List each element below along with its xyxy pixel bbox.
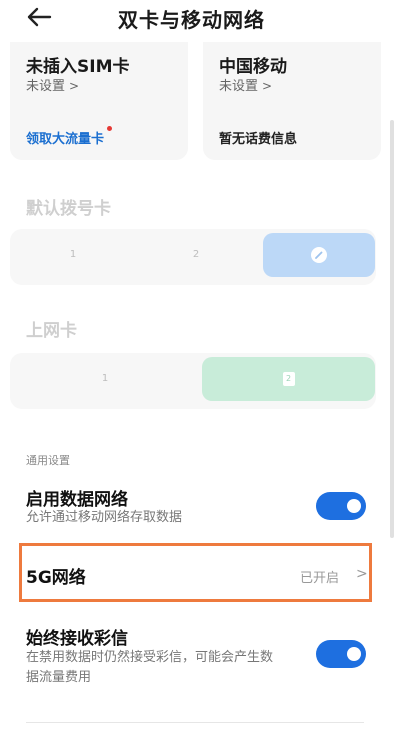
data-option-2-selected[interactable]: 2	[202, 357, 375, 401]
divider	[26, 722, 364, 723]
five-g-status: 已开启	[300, 571, 340, 586]
dual-sim-settings-page: 双卡与移动网络 未插入SIM卡 未设置 > 领取大流量卡 中国移动 未设置 > 暂无…	[0, 0, 406, 732]
data-option-1[interactable]: 1	[98, 373, 112, 384]
sim-card-1-status: 未设置 >	[26, 79, 80, 94]
sim-card-2-name: 中国移动	[219, 57, 287, 77]
dial-option-2[interactable]: 2	[189, 249, 203, 260]
mms-desc-line1: 在禁用数据时仍然接受彩信，可能会产生数	[26, 650, 274, 665]
chevron-right-icon: >	[262, 79, 273, 93]
mobile-data-title: 启用数据网络	[26, 490, 128, 510]
sim-card-2-status: 未设置 >	[219, 79, 273, 94]
back-arrow-icon[interactable]	[26, 6, 52, 28]
mms-title: 始终接收彩信	[26, 629, 128, 649]
get-data-card-link[interactable]: 领取大流量卡	[26, 126, 113, 147]
toggle-knob	[347, 499, 361, 513]
mms-desc-line2: 据流量费用	[26, 670, 92, 685]
mobile-data-desc: 允许通过移动网络存取数据	[26, 510, 183, 525]
data-card-title: 上网卡	[26, 321, 77, 341]
sim-card-1[interactable]: 未插入SIM卡 未设置 > 领取大流量卡	[10, 42, 188, 160]
chevron-right-icon: >	[356, 566, 368, 582]
chevron-right-icon: >	[69, 79, 80, 93]
balance-info: 暂无话费信息	[219, 132, 298, 147]
scrollbar[interactable]	[390, 120, 394, 538]
mms-toggle[interactable]	[316, 640, 366, 668]
header: 双卡与移动网络	[0, 0, 406, 40]
dial-option-1[interactable]: 1	[66, 249, 80, 260]
data-card-selector: 1 2	[10, 353, 376, 409]
default-dial-title: 默认拨号卡	[26, 199, 111, 219]
sim-card-1-name: 未插入SIM卡	[26, 57, 130, 77]
dial-option-ask[interactable]	[263, 233, 375, 277]
default-dial-selector: 1 2	[10, 229, 376, 285]
notification-dot	[107, 126, 113, 131]
sim-2-badge-icon: 2	[282, 372, 295, 386]
pen-icon	[311, 247, 327, 263]
toggle-knob	[347, 647, 361, 661]
sim-card-2[interactable]: 中国移动 未设置 > 暂无话费信息	[203, 42, 381, 160]
general-settings-caption: 通用设置	[26, 454, 70, 467]
page-title: 双卡与移动网络	[118, 8, 265, 32]
mobile-data-toggle[interactable]	[316, 492, 366, 520]
five-g-title[interactable]: 5G网络	[26, 563, 86, 588]
